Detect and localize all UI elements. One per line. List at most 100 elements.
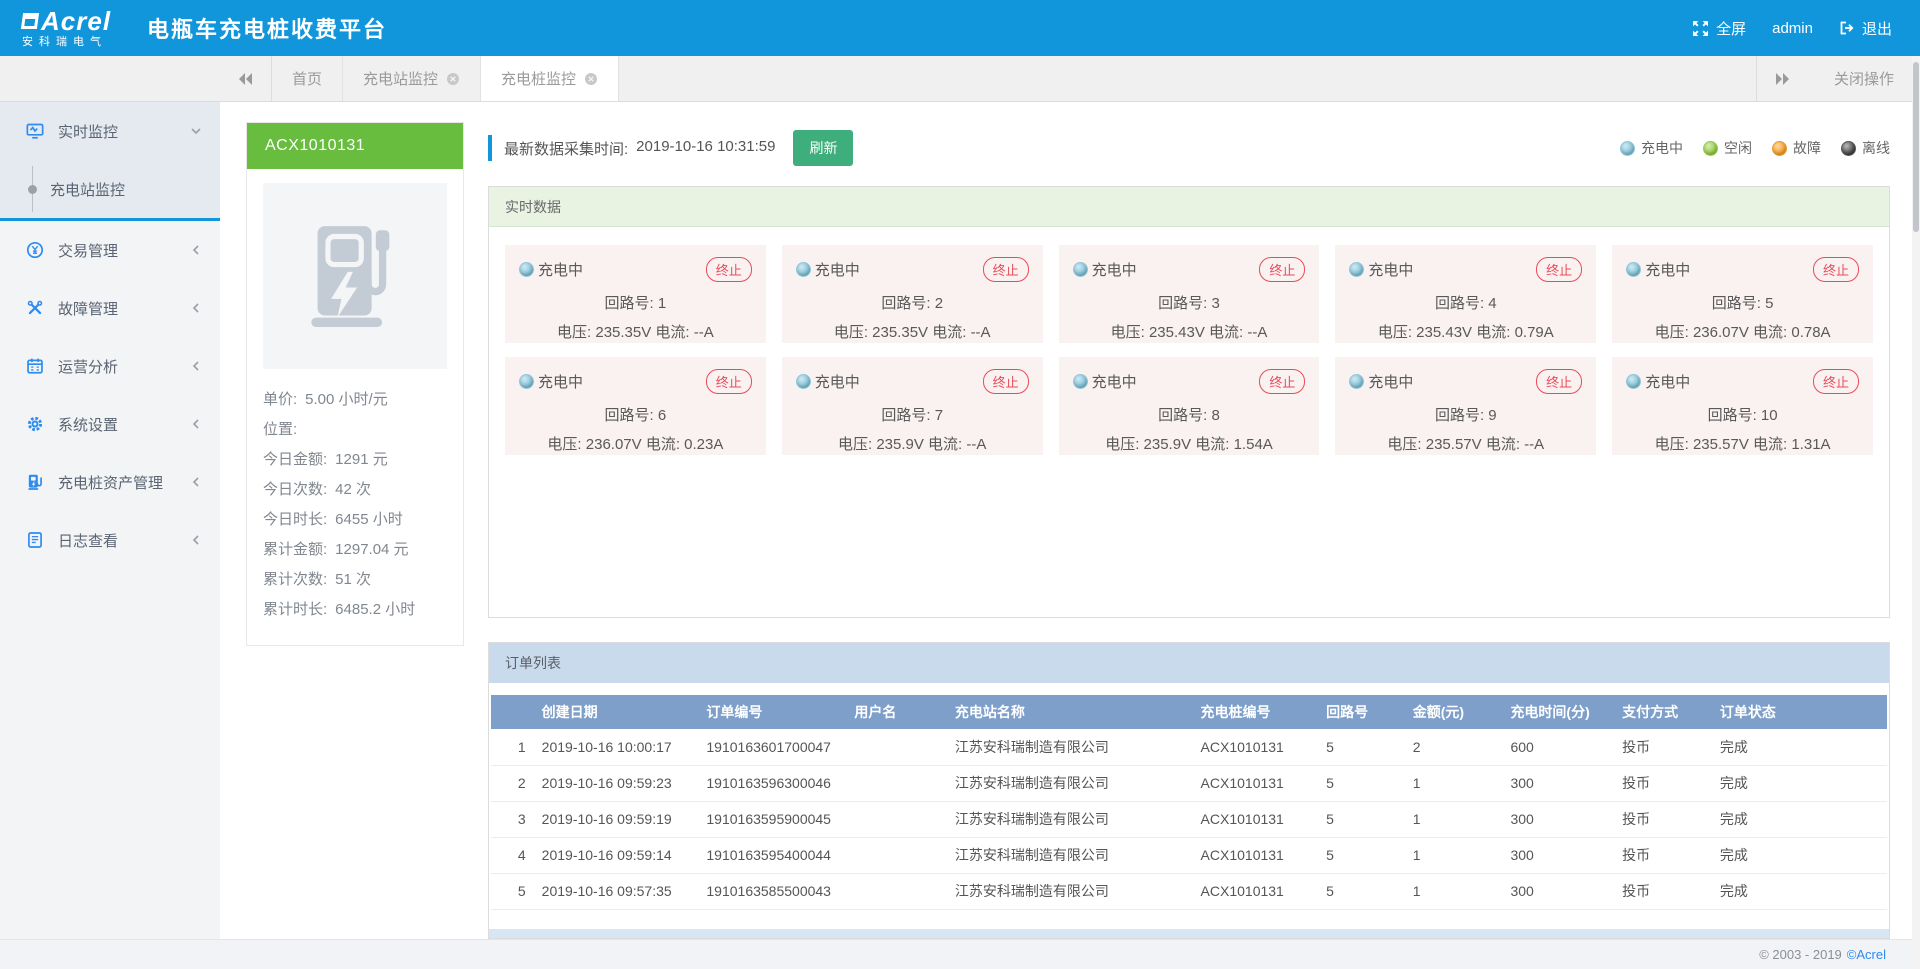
chevron-left-icon: [190, 360, 202, 372]
scrollbar-thumb[interactable]: [1913, 62, 1919, 232]
sidebar-item-faults[interactable]: 故障管理: [0, 279, 220, 337]
stop-button[interactable]: 终止: [1536, 369, 1582, 394]
charging-dot-icon: [796, 374, 811, 389]
table-row[interactable]: 1 2019-10-16 10:00:171910163601700047江苏安…: [491, 729, 1887, 765]
voltage-current: 电压: 236.07V 电流: 0.23A: [519, 433, 752, 454]
latest-collect-time: 最新数据采集时间:2019-10-16 10:31:59: [504, 138, 775, 159]
tab-station-monitor[interactable]: 充电站监控: [343, 56, 481, 101]
logo-text: Acrel: [41, 8, 111, 34]
refresh-button[interactable]: 刷新: [793, 130, 853, 166]
logout-icon: [1839, 20, 1855, 36]
col-circuit-no: 回路号: [1320, 695, 1407, 729]
voltage-current: 电压: 235.57V 电流: 1.31A: [1626, 433, 1859, 454]
sidebar-item-transactions[interactable]: 交易管理: [0, 221, 220, 279]
chevron-down-icon: [190, 125, 202, 137]
circuit-number: 回路号: 2: [796, 292, 1029, 313]
charging-dot-icon: [796, 262, 811, 277]
chevron-left-icon: [190, 418, 202, 430]
voltage-current: 电压: 235.43V 电流: 0.79A: [1349, 321, 1582, 342]
offline-dot-icon: [1841, 141, 1856, 156]
stop-button[interactable]: 终止: [706, 257, 752, 282]
tab-pile-monitor[interactable]: 充电桩监控: [481, 56, 619, 101]
circuit-number: 回路号: 8: [1073, 404, 1306, 425]
circuit-card-1: 充电中终止 回路号: 1 电压: 235.35V 电流: --A: [505, 245, 766, 343]
status-legend: 充电中 空闲 故障 离线: [1620, 138, 1890, 158]
user-menu[interactable]: admin: [1772, 20, 1813, 37]
charging-dot-icon: [1620, 141, 1635, 156]
logout-button[interactable]: 退出: [1839, 18, 1892, 39]
copyright-text: © 2003 - 2019: [1759, 947, 1842, 962]
circuit-card-10: 充电中终止 回路号: 10 电压: 235.57V 电流: 1.31A: [1612, 357, 1873, 455]
circuit-number: 回路号: 9: [1349, 404, 1582, 425]
stop-button[interactable]: 终止: [1259, 257, 1305, 282]
status-charging: 充电中: [1626, 259, 1690, 280]
col-order-no: 订单编号: [700, 695, 848, 729]
settings-icon: [26, 415, 44, 433]
submenu-dot-icon: [28, 185, 37, 194]
tabs-scroll-right-button[interactable]: [1756, 56, 1808, 101]
status-charging: 充电中: [1349, 371, 1413, 392]
legend-charging: 充电中: [1620, 138, 1683, 158]
circuit-card-7: 充电中终止 回路号: 7 电压: 235.9V 电流: --A: [782, 357, 1043, 455]
fullscreen-button[interactable]: 全屏: [1692, 18, 1746, 39]
pile-info-card: ACX1010131 单价:5.00 小时/元 位置: 今日金额:129: [246, 122, 464, 646]
circuit-number: 回路号: 5: [1626, 292, 1859, 313]
tab-close-icon[interactable]: [584, 72, 598, 86]
charging-dot-icon: [1349, 374, 1364, 389]
col-amount: 金额(元): [1407, 695, 1505, 729]
brand-link[interactable]: ©Acrel: [1847, 947, 1886, 962]
tab-home[interactable]: 首页: [272, 56, 343, 101]
sidebar-item-settings[interactable]: 系统设置: [0, 395, 220, 453]
charging-dot-icon: [1073, 262, 1088, 277]
circuit-number: 回路号: 3: [1073, 292, 1306, 313]
vertical-scrollbar[interactable]: [1912, 56, 1920, 969]
sidebar-item-realtime-monitor[interactable]: 实时监控: [0, 102, 220, 160]
col-username: 用户名: [848, 695, 949, 729]
stop-button[interactable]: 终止: [1813, 369, 1859, 394]
sidebar-item-logs[interactable]: 日志查看: [0, 511, 220, 569]
stat-today-amount: 今日金额:1291 元: [263, 445, 447, 475]
table-row[interactable]: 3 2019-10-16 09:59:191910163595900045江苏安…: [491, 801, 1887, 837]
stop-button[interactable]: 终止: [983, 257, 1029, 282]
table-row[interactable]: 2 2019-10-16 09:59:231910163596300046江苏安…: [491, 765, 1887, 801]
table-row[interactable]: 5 2019-10-16 09:57:351910163585500043江苏安…: [491, 873, 1887, 909]
stat-total-count: 累计次数:51 次: [263, 565, 447, 595]
stop-button[interactable]: 终止: [1259, 369, 1305, 394]
col-charge-time: 充电时间(分): [1504, 695, 1616, 729]
stop-button[interactable]: 终止: [1813, 257, 1859, 282]
sidebar-item-station-monitor[interactable]: 充电站监控: [0, 160, 220, 218]
table-row[interactable]: 4 2019-10-16 09:59:141910163595400044江苏安…: [491, 837, 1887, 873]
voltage-current: 电压: 235.43V 电流: --A: [1073, 321, 1306, 342]
tabs-scroll-left-button[interactable]: [220, 56, 272, 101]
status-charging: 充电中: [519, 259, 583, 280]
stat-location: 位置:: [263, 415, 447, 445]
fullscreen-icon: [1692, 20, 1709, 37]
voltage-current: 电压: 235.35V 电流: --A: [519, 321, 752, 342]
chevron-left-icon: [190, 302, 202, 314]
circuit-card-4: 充电中终止 回路号: 4 电压: 235.43V 电流: 0.79A: [1335, 245, 1596, 343]
circuit-card-9: 充电中终止 回路号: 9 电压: 235.57V 电流: --A: [1335, 357, 1596, 455]
pile-asset-icon: [26, 473, 44, 491]
analysis-icon: [26, 357, 44, 375]
acrel-logo: Acrel 安科瑞电气: [22, 8, 111, 48]
page-footer: © 2003 - 2019 ©Acrel: [0, 939, 1920, 969]
voltage-current: 电压: 235.35V 电流: --A: [796, 321, 1029, 342]
charging-pile-icon: [263, 183, 447, 369]
main-content: ACX1010131 单价:5.00 小时/元 位置: 今日金额:129: [220, 102, 1920, 939]
horizontal-scrollbar[interactable]: [489, 929, 1889, 938]
stop-button[interactable]: 终止: [983, 369, 1029, 394]
stop-button[interactable]: 终止: [706, 369, 752, 394]
sidebar-item-pile-assets[interactable]: 充电桩资产管理: [0, 453, 220, 511]
fault-dot-icon: [1772, 141, 1787, 156]
close-operations-button[interactable]: 关闭操作: [1808, 56, 1920, 101]
status-charging: 充电中: [519, 371, 583, 392]
sidebar-item-analysis[interactable]: 运营分析: [0, 337, 220, 395]
tab-close-icon[interactable]: [446, 72, 460, 86]
legend-offline: 离线: [1841, 138, 1890, 158]
orders-header-row: 创建日期 订单编号 用户名 充电站名称 充电桩编号 回路号 金额(元) 充电时间…: [491, 695, 1887, 729]
orders-panel-title: 订单列表: [489, 643, 1889, 683]
pile-id-header: ACX1010131: [247, 123, 463, 169]
charging-dot-icon: [1626, 374, 1641, 389]
stop-button[interactable]: 终止: [1536, 257, 1582, 282]
circuit-card-5: 充电中终止 回路号: 5 电压: 236.07V 电流: 0.78A: [1612, 245, 1873, 343]
